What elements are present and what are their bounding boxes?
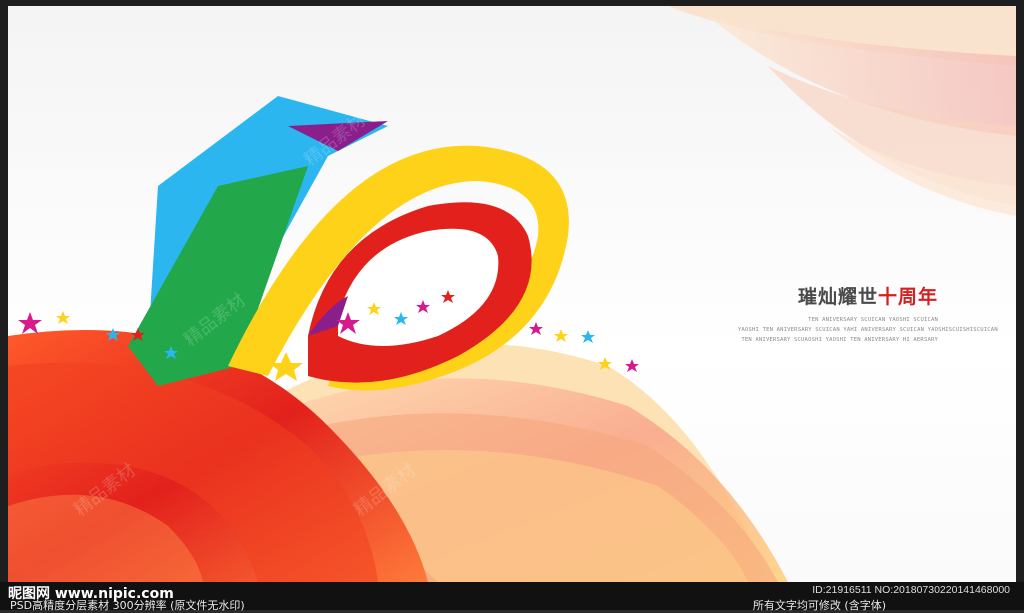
file-description: PSD高精度分层素材 300分辨率 (原文件无水印) [10, 599, 245, 612]
subtitle-line: YAOSHI TEN ANIVERSARY SCUICAN YAHI ANIVE… [738, 327, 998, 333]
poster-artwork: 精品素材 精品素材 精品素材 精品素材 璀灿耀世十周年 TEN ANIVERSA… [8, 6, 1016, 582]
footer-bar: 昵图网 www.nipic.com PSD高精度分层素材 300分辨率 (原文件… [0, 582, 1024, 612]
title-block: 璀灿耀世十周年 TEN ANIVERSARY SCUICAN YAOSHI SC… [738, 282, 998, 345]
image-id: ID:21916511 NO:20180730220141468000 [812, 584, 1010, 596]
subtitle-line: TEN ANIVERSARY SCUICAN YAOSHI SCUICAN [808, 317, 938, 323]
subtitle-line: TEN ANIVERSARY SCUAOSHI YAOSHI TEN ANIVE… [741, 337, 938, 343]
edit-note: 所有文字均可修改 (含字体) [752, 599, 886, 612]
main-title-accent: 十周年 [877, 286, 938, 308]
main-title-text: 璀灿耀世 [797, 286, 878, 308]
top-right-ribbons [668, 6, 1016, 216]
main-title: 璀灿耀世十周年 [738, 282, 938, 309]
image-frame: 精品素材 精品素材 精品素材 精品素材 璀灿耀世十周年 TEN ANIVERSA… [0, 0, 1024, 612]
